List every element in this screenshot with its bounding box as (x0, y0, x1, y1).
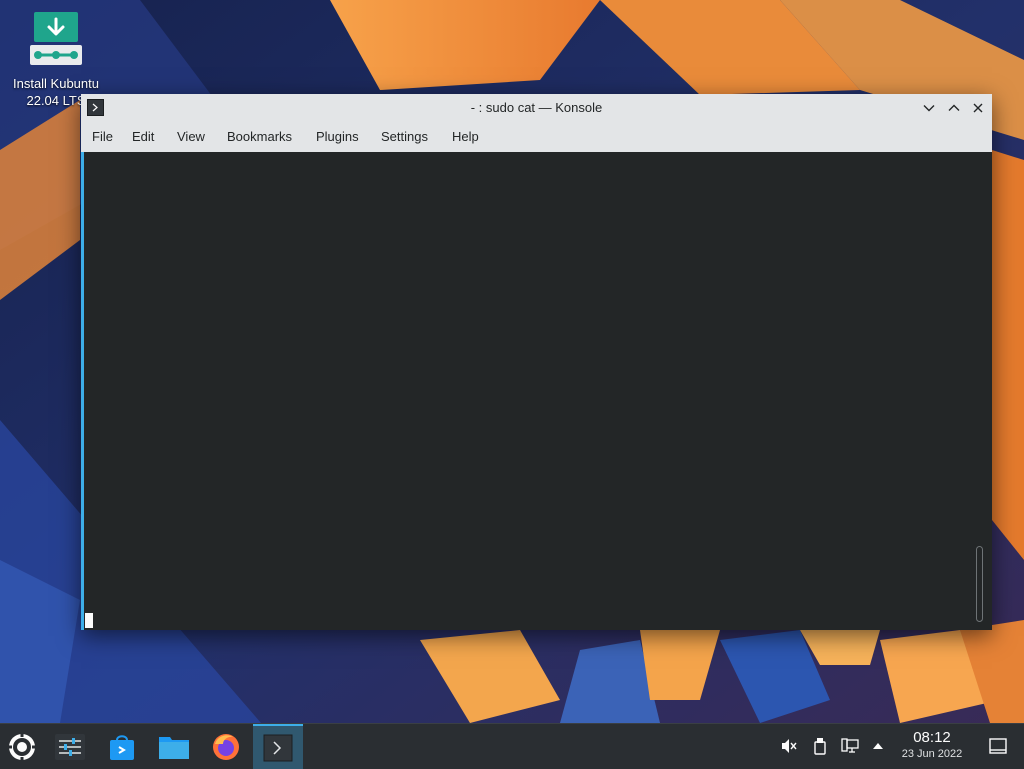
menu-settings[interactable]: Settings (380, 121, 429, 152)
sliders-icon (55, 733, 85, 760)
close-icon (973, 103, 983, 113)
terminal-area[interactable] (81, 152, 992, 630)
application-launcher-button[interactable] (2, 724, 42, 769)
menu-bookmarks[interactable]: Bookmarks (226, 121, 293, 152)
maximize-button[interactable] (945, 99, 963, 117)
install-download-icon (30, 12, 82, 66)
volume-muted-icon[interactable] (779, 736, 799, 756)
shopping-bag-icon (110, 734, 134, 760)
digital-clock[interactable]: 08:12 23 Jun 2022 (890, 729, 974, 761)
konsole-icon[interactable] (87, 99, 104, 116)
firefox-icon (213, 733, 239, 760)
show-desktop-icon[interactable] (988, 736, 1008, 756)
menu-help[interactable]: Help (451, 121, 480, 152)
clock-time: 08:12 (913, 729, 951, 746)
minimize-button[interactable] (920, 99, 938, 117)
taskbar-dolphin[interactable] (152, 724, 196, 769)
konsole-icon (263, 734, 293, 761)
taskbar-konsole-active[interactable] (253, 724, 303, 769)
taskbar-system-settings[interactable] (48, 724, 92, 769)
close-button[interactable] (969, 99, 987, 117)
removable-device-icon[interactable] (810, 736, 830, 756)
chevron-up-icon (948, 104, 960, 111)
menu-plugins[interactable]: Plugins (315, 121, 360, 152)
folder-icon (159, 736, 189, 759)
taskbar-discover[interactable] (100, 724, 144, 769)
menu-view[interactable]: View (176, 121, 206, 152)
focus-indicator (81, 152, 84, 630)
terminal-scrollbar[interactable] (976, 546, 983, 622)
window-title: - : sudo cat — Konsole (470, 100, 603, 115)
show-hidden-arrow-icon[interactable] (868, 736, 888, 756)
menu-bar: File Edit View Bookmarks Plugins Setting… (81, 121, 992, 153)
konsole-window[interactable]: - : sudo cat — Konsole File Edit View Bo… (81, 94, 992, 630)
clock-date: 23 Jun 2022 (901, 748, 963, 760)
menu-file[interactable]: File (91, 121, 114, 152)
network-icon[interactable] (840, 736, 860, 756)
chevron-down-icon (923, 105, 935, 112)
desktop-icon-label-line1: Install Kubuntu (12, 76, 99, 91)
taskbar-firefox[interactable] (204, 724, 248, 769)
window-titlebar[interactable]: - : sudo cat — Konsole (81, 94, 992, 121)
terminal-cursor (85, 613, 93, 628)
taskbar: 08:12 23 Jun 2022 (0, 723, 1024, 769)
kubuntu-logo-icon (8, 732, 36, 761)
menu-edit[interactable]: Edit (131, 121, 155, 152)
